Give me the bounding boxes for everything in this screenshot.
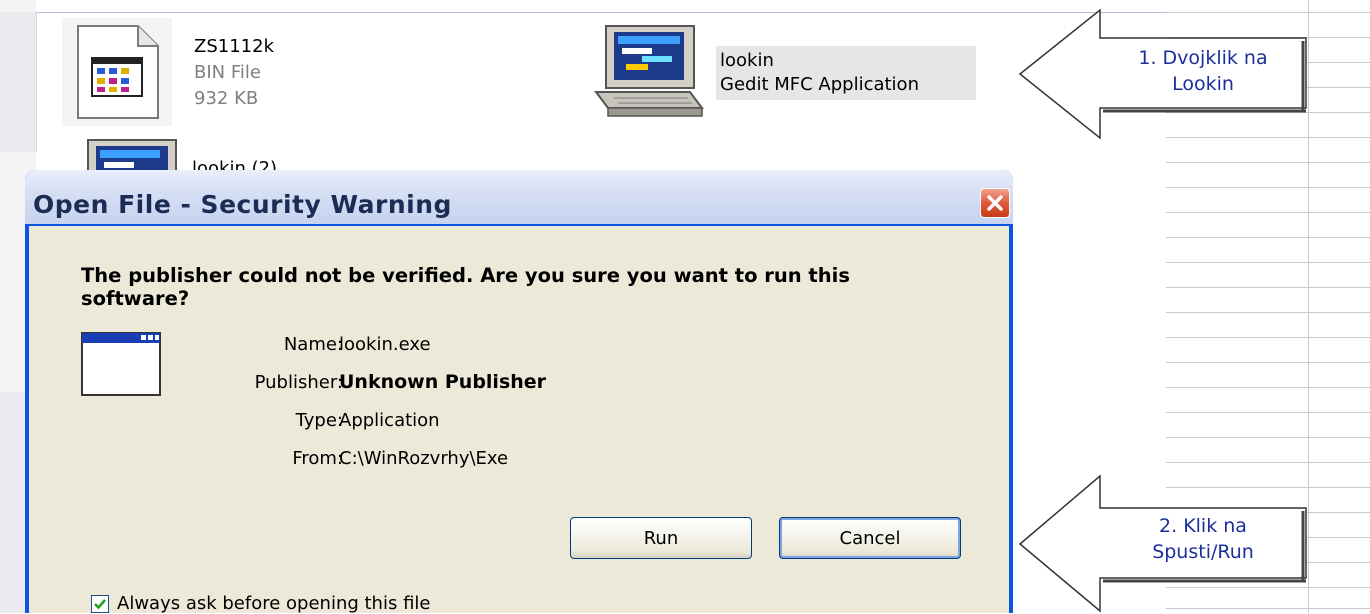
cancel-button[interactable]: Cancel (779, 517, 961, 559)
dialog-titlebar[interactable]: Open File - Security Warning (25, 170, 1013, 224)
divider (36, 12, 1166, 13)
file-item[interactable]: ZS1112k BIN File 932 KB (62, 18, 562, 128)
from-value: C:\WinRozvrhy\Exe (339, 448, 509, 469)
grid-row-line (1166, 187, 1370, 188)
name-label: Name: (283, 334, 343, 355)
type-label: Type: (295, 410, 343, 431)
grid-row-line (1166, 162, 1370, 163)
callout-arrow-1: 1. Dvojklik na Lookin (1018, 8, 1313, 142)
close-button[interactable] (980, 188, 1010, 218)
always-ask-label: Always ask before opening this file (117, 593, 431, 614)
grid-row-line (1166, 437, 1370, 438)
always-ask-checkbox[interactable] (91, 595, 109, 613)
security-warning-dialog: Open File - Security Warning The publish… (25, 170, 1013, 614)
file-size: 932 KB (194, 88, 259, 109)
file-name: lookin (2) (192, 158, 278, 170)
callout-arrow-2: 2. Klik na Spusti/Run (1018, 474, 1313, 613)
task-panel-section[interactable] (0, 12, 37, 152)
bin-file-icon (62, 18, 172, 126)
grid-row-line (1166, 462, 1370, 463)
warning-heading: The publisher could not be verified. Are… (81, 264, 850, 310)
callout-2-line-1: 2. Klik na (1159, 515, 1247, 537)
publisher-label: Publisher: (254, 372, 343, 393)
callout-1-line-1: 1. Dvojklik na (1138, 47, 1268, 69)
dialog-body: The publisher could not be verified. Are… (29, 226, 1009, 614)
run-button[interactable]: Run (570, 517, 752, 559)
callout-1-line-2: Lookin (1172, 73, 1234, 95)
grid-row-line (1166, 362, 1370, 363)
from-label: From: (292, 448, 343, 469)
computer-app-icon (87, 139, 177, 170)
file-item[interactable]: lookin (2) (86, 138, 386, 170)
grid-row-line (1166, 262, 1370, 263)
checkmark-icon (94, 599, 106, 610)
name-value: lookin.exe (339, 334, 431, 355)
close-icon (987, 195, 1003, 211)
callout-2-line-2: Spusti/Run (1152, 541, 1254, 563)
file-item-lookin[interactable]: lookin Gedit MFC Application (592, 24, 982, 124)
publisher-value: Unknown Publisher (339, 371, 547, 393)
file-type: BIN File (194, 62, 261, 83)
grid-row-line (1166, 212, 1370, 213)
grid-row-line (1166, 287, 1370, 288)
grid-row-line (1166, 387, 1370, 388)
grid-row-line (1166, 412, 1370, 413)
file-name: ZS1112k (194, 36, 274, 57)
dialog-title: Open File - Security Warning (33, 190, 452, 219)
computer-app-icon (594, 25, 704, 117)
type-value: Application (339, 410, 440, 431)
grid-row-line (1166, 237, 1370, 238)
grid-row-line (1166, 337, 1370, 338)
application-window-icon (81, 332, 161, 396)
grid-row-line (1166, 312, 1370, 313)
file-type: Gedit MFC Application (720, 74, 919, 95)
file-name: lookin (720, 50, 774, 71)
